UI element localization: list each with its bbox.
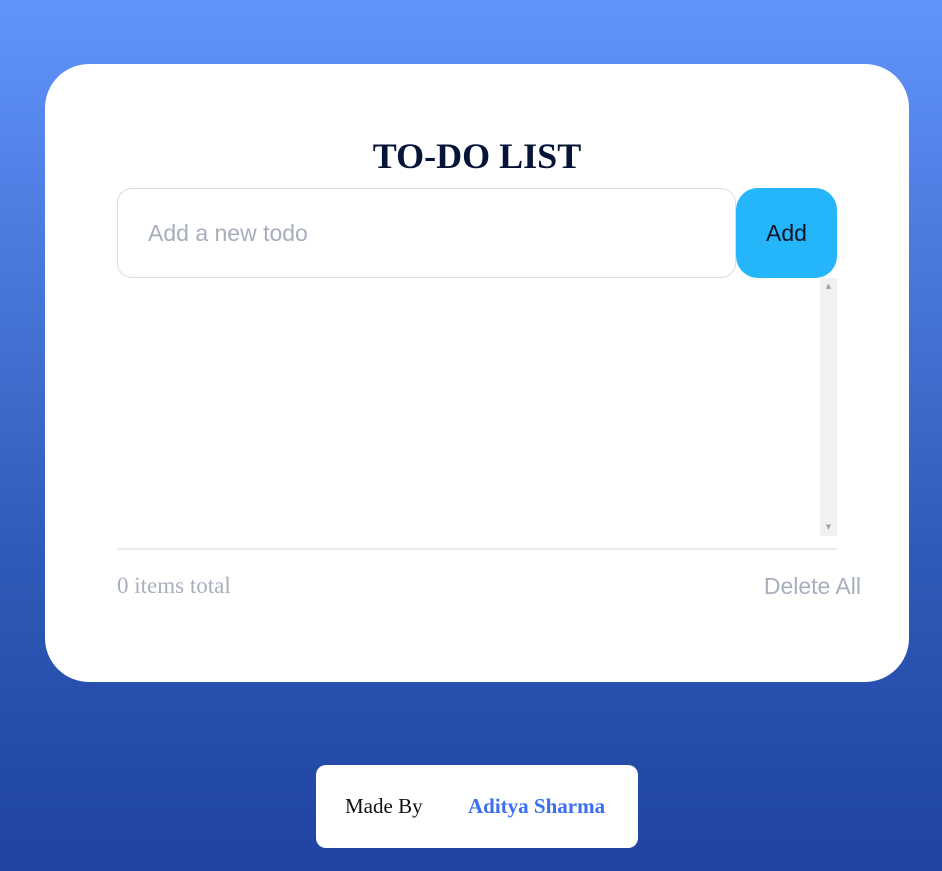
delete-all-button[interactable]: Delete All (764, 572, 861, 600)
items-total-count: 0 items total (117, 573, 231, 598)
divider (117, 548, 837, 550)
made-by-label: Made By (345, 794, 423, 818)
author-link[interactable]: Aditya Sharma (468, 793, 605, 819)
page-title: TO-DO LIST (372, 136, 582, 176)
add-button[interactable]: Add (736, 188, 837, 278)
todo-input[interactable] (117, 188, 736, 278)
scroll-up-arrow-icon[interactable]: ▲ (820, 278, 837, 295)
todo-list-scrollbar[interactable]: ▲ ▼ (820, 278, 837, 536)
todo-list[interactable]: ▲ ▼ (117, 278, 837, 536)
scroll-down-arrow-icon[interactable]: ▼ (820, 519, 837, 536)
credits-box: Made By Aditya Sharma (316, 765, 638, 848)
